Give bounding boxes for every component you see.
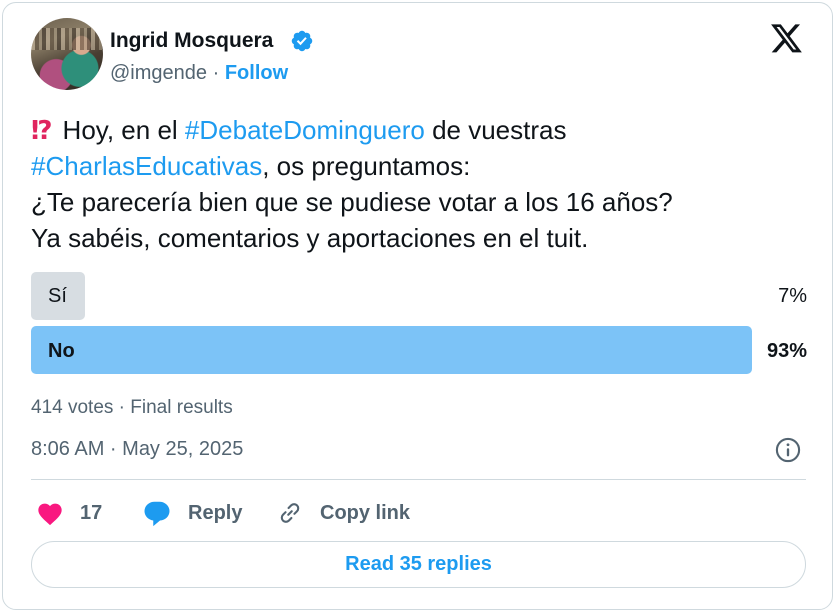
poll-option-bar-no <box>31 326 752 374</box>
follow-button[interactable]: Follow <box>225 62 288 84</box>
hashtag-link[interactable]: #DebateDominguero <box>185 115 425 145</box>
author-name[interactable]: Ingrid Mosquera <box>110 29 273 53</box>
reply-bubble-icon <box>144 501 170 527</box>
hashtag-link[interactable]: #CharlasEducativas <box>31 151 262 181</box>
poll-option-label: No <box>48 340 75 362</box>
tweet-text-part: de vuestras <box>424 115 567 145</box>
reply-label: Reply <box>188 501 243 524</box>
divider <box>31 479 806 480</box>
tweet-text-line: ¿Te parecería bien que se pudiese votar … <box>31 187 673 217</box>
tweet-card <box>2 2 833 610</box>
like-count: 17 <box>80 501 103 524</box>
like-button[interactable]: 17 <box>36 496 102 530</box>
tweet-text-part: , os preguntamos: <box>262 151 471 181</box>
tweet-text-part: Hoy, en el <box>62 115 185 145</box>
verified-badge-icon <box>291 30 313 52</box>
info-icon[interactable] <box>774 436 802 464</box>
author-handle[interactable]: @imgende <box>110 62 207 84</box>
copy-link-label: Copy link <box>320 501 411 524</box>
poll-summary: 414 votes · Final results <box>31 397 233 418</box>
read-replies-button[interactable]: Read 35 replies <box>31 541 806 588</box>
separator-dot: · <box>212 62 220 84</box>
tweet-timestamp[interactable]: 8:06 AM · May 25, 2025 <box>31 438 243 461</box>
link-icon <box>280 503 300 523</box>
poll-option-label: Sí <box>48 285 67 307</box>
avatar[interactable] <box>31 18 103 90</box>
read-replies-label: Read 35 replies <box>345 553 492 575</box>
poll-option-percent: 93% <box>766 340 807 362</box>
tweet-text-line: Ya sabéis, comentarios y aportaciones en… <box>31 223 589 253</box>
reply-button[interactable]: Reply <box>142 496 242 530</box>
poll-option-percent: 7% <box>778 285 807 307</box>
tweet-text: ⁉ Hoy, en el #DebateDominguero de vuestra… <box>31 112 811 256</box>
interrobang-emoji: ⁉ <box>31 115 53 145</box>
copy-link-button[interactable]: Copy link <box>276 496 410 530</box>
x-logo-icon[interactable] <box>771 24 803 54</box>
author-handle-row: @imgende · Follow <box>110 62 288 85</box>
heart-icon <box>38 503 62 526</box>
